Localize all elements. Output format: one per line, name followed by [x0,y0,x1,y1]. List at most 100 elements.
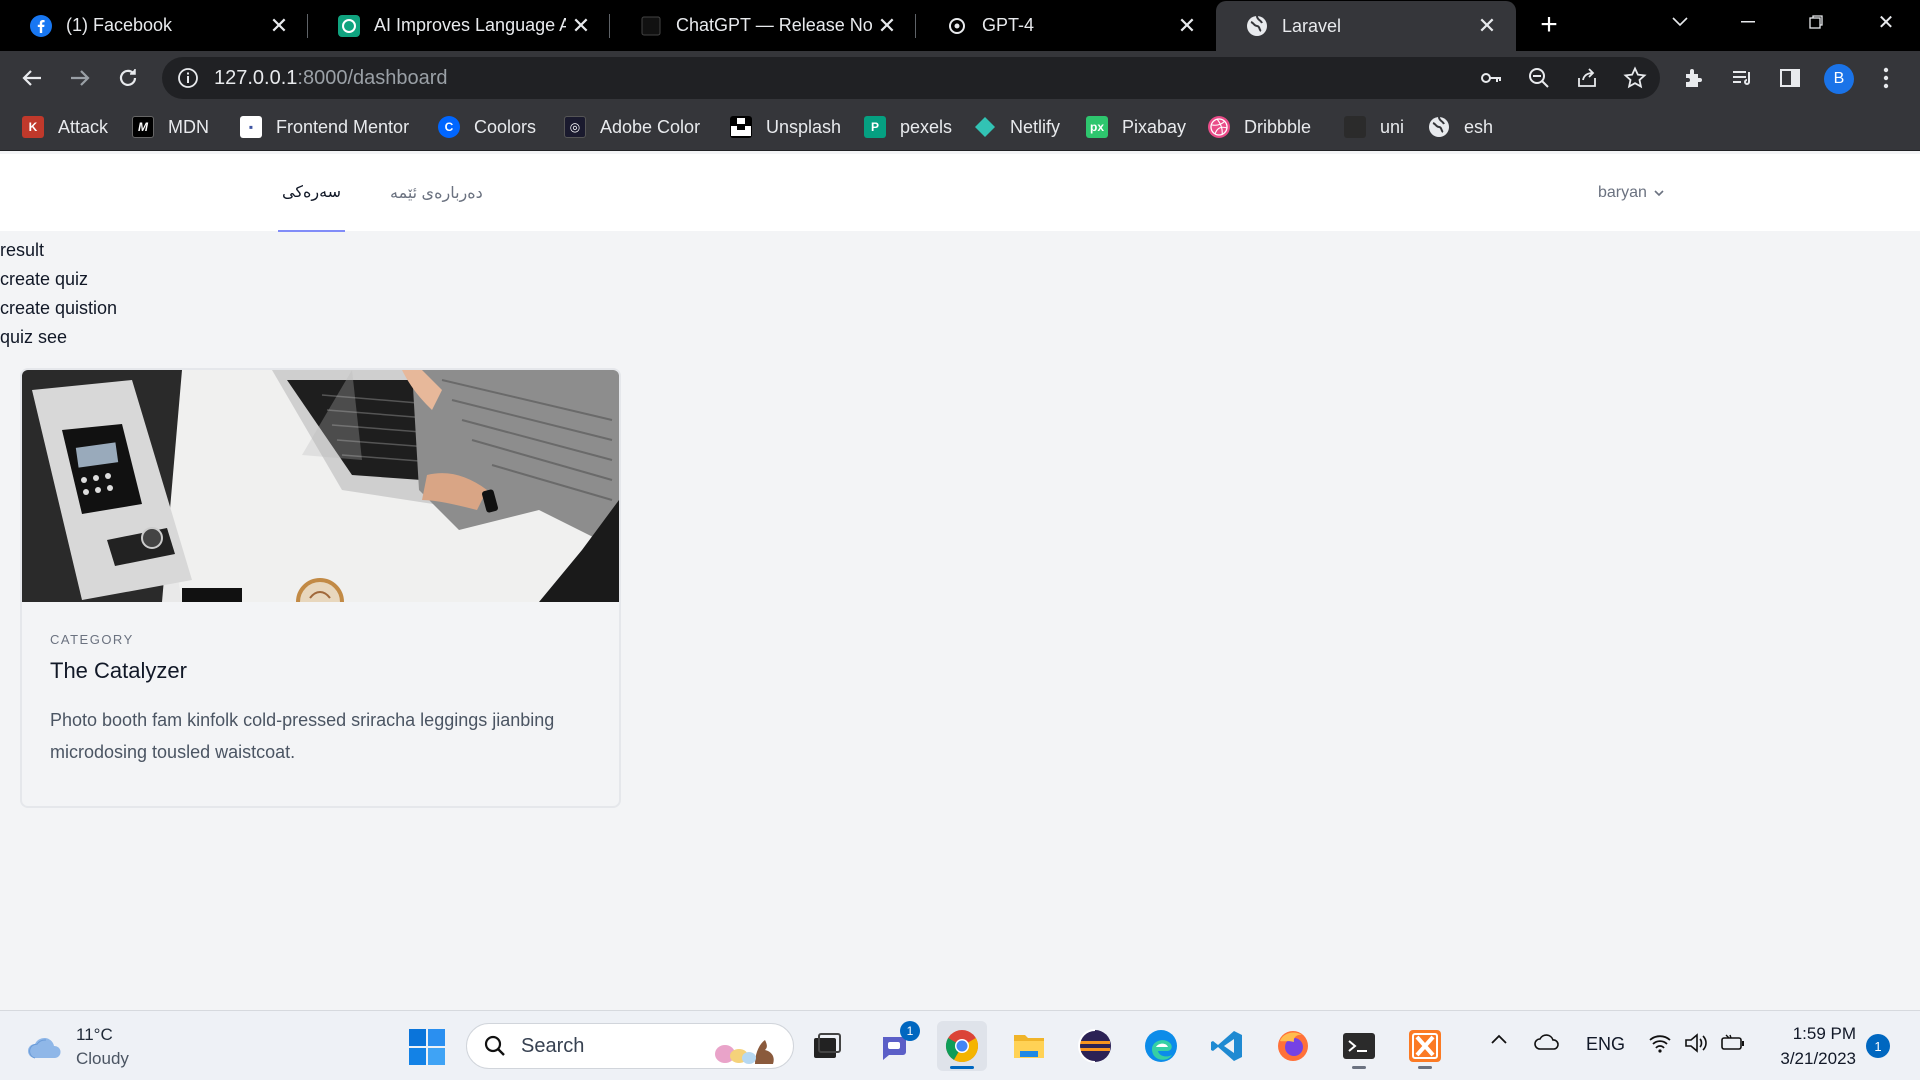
bookmark-label: Frontend Mentor [276,116,410,137]
volume-icon[interactable] [1684,1033,1710,1053]
file-explorer-icon[interactable] [1004,1021,1054,1071]
new-tab-button[interactable]: + [1532,8,1566,42]
close-icon[interactable]: ✕ [1472,11,1502,41]
bookmark-dribbble[interactable]: Dribbble [1208,105,1311,149]
bookmark-label: esh [1464,116,1494,137]
wifi-icon[interactable] [1648,1033,1672,1053]
tab-search-chevron-icon[interactable] [1650,0,1710,44]
link-create-question[interactable]: create quistion [0,294,117,323]
bookmark-label: Netlify [1010,116,1061,137]
tab-laravel[interactable]: Laravel ✕ [1216,1,1516,51]
bookmark-pixabay[interactable]: px Pixabay [1086,105,1186,149]
url-path: :8000/dashboard [297,67,448,89]
vscode-icon[interactable] [1202,1021,1252,1071]
firefox-icon[interactable] [1268,1021,1318,1071]
dashboard-links: result create quiz create quistion quiz … [0,236,117,352]
close-icon[interactable]: ✕ [1172,11,1202,41]
restore-icon[interactable] [1786,0,1846,44]
bookmark-pexels[interactable]: P pexels [864,105,952,149]
profile-avatar[interactable]: B [1824,64,1854,94]
xampp-icon[interactable] [1400,1021,1450,1071]
active-indicator [950,1066,974,1069]
language-label: ENG [1586,1034,1626,1054]
user-name: baryan [1598,184,1647,201]
zoom-out-icon[interactable] [1524,63,1554,93]
back-icon[interactable] [14,60,50,96]
search-label: Search [521,1035,585,1057]
running-indicator [1352,1066,1366,1069]
side-panel-icon[interactable] [1772,60,1808,96]
user-dropdown[interactable]: baryan [1598,154,1665,232]
link-result[interactable]: result [0,236,117,265]
search-highlight-illustration-icon [715,1040,774,1064]
frontend-mentor-icon: ▪ [240,116,262,138]
link-create-quiz[interactable]: create quiz [0,265,117,294]
close-icon[interactable]: ✕ [264,11,294,41]
reload-icon[interactable] [110,60,146,96]
bookmarks-bar: K Attack M MDN ▪ Frontend Mentor C Coolo… [0,105,1920,151]
tab-title: AI Improves Language Ab [374,15,566,35]
dribbble-icon [1208,116,1230,138]
forward-icon[interactable] [62,60,98,96]
cloud-icon [28,1037,61,1059]
system-clock[interactable]: 1:59 PM 3/21/2023 [1768,1021,1856,1071]
chrome-icon[interactable] [937,1021,987,1071]
clock-time: 1:59 PM [1792,1024,1856,1043]
onedrive-cloud-icon[interactable] [1534,1033,1560,1051]
openai-icon [338,14,360,37]
close-icon[interactable]: ✕ [566,11,596,41]
extensions-icon[interactable] [1676,60,1712,96]
site-info-icon[interactable] [176,66,200,90]
app-navigation: سەرەکی دەربارەی ئێمە baryan [0,154,1920,232]
bookmark-adobe-color[interactable]: ◎ Adobe Color [564,105,700,149]
show-hidden-icons-chevron-icon[interactable] [1490,1033,1508,1045]
link-quiz-see[interactable]: quiz see [0,323,117,352]
search-icon [484,1035,505,1056]
edge-icon[interactable] [1136,1021,1186,1071]
teams-chat-icon[interactable]: 1 [870,1021,920,1071]
bookmark-unsplash[interactable]: Unsplash [730,105,841,149]
language-indicator[interactable]: ENG [1586,1034,1625,1055]
nav-link-home[interactable]: سەرەکی [278,154,346,232]
coolors-icon: C [438,116,460,138]
weather-text: 11°C Cloudy [76,1023,129,1071]
tab-title: Laravel [1282,15,1342,36]
kebab-menu-icon[interactable] [1868,60,1904,96]
bookmark-coolors[interactable]: C Coolors [438,105,536,149]
close-window-icon[interactable]: ✕ [1856,0,1916,44]
facebook-icon [30,14,52,37]
task-view-icon[interactable] [802,1021,852,1071]
weather-condition: Cloudy [76,1049,129,1068]
windows-start-icon[interactable] [408,1028,446,1066]
weather-widget[interactable]: 11°C Cloudy [26,1023,129,1071]
nav-link-about[interactable]: دەربارەی ئێمە [390,154,483,232]
uni-icon [1344,116,1366,138]
bookmark-frontend-mentor[interactable]: ▪ Frontend Mentor [240,105,409,149]
taskbar-search[interactable]: Search [466,1023,794,1069]
bookmark-esh[interactable]: esh [1428,105,1493,149]
bookmark-uni[interactable]: uni [1344,105,1404,149]
attack-icon: K [22,116,44,138]
card-category: CATEGORY [50,632,134,647]
eclipse-icon[interactable] [1070,1021,1120,1071]
media-queue-icon[interactable] [1724,60,1760,96]
bookmark-label: pexels [900,116,953,137]
notification-badge[interactable]: 1 [1866,1034,1890,1058]
bookmark-mdn[interactable]: M MDN [132,105,209,149]
minimize-icon[interactable] [1718,0,1778,44]
address-bar[interactable]: 127.0.0.1:8000/dashboard [162,57,1660,99]
terminal-icon[interactable] [1334,1021,1384,1071]
tab-facebook[interactable]: (1) Facebook ✕ [0,0,308,51]
close-icon[interactable]: ✕ [872,11,902,41]
key-icon[interactable] [1476,63,1506,93]
bookmark-netlify[interactable]: Netlify [974,105,1060,149]
weather-temp: 11°C [76,1025,113,1044]
bookmark-attack[interactable]: K Attack [22,105,108,149]
tab-chatgpt-release[interactable]: ChatGPT — Release Note ✕ [610,0,916,51]
share-icon[interactable] [1572,63,1602,93]
bookmark-star-icon[interactable] [1620,63,1650,93]
content-card: CATEGORY The Catalyzer Photo booth fam k… [20,368,621,808]
tab-ai-improves[interactable]: AI Improves Language Ab ✕ [308,0,610,51]
tab-gpt4[interactable]: GPT-4 ✕ [916,0,1216,51]
battery-icon[interactable] [1720,1033,1746,1053]
